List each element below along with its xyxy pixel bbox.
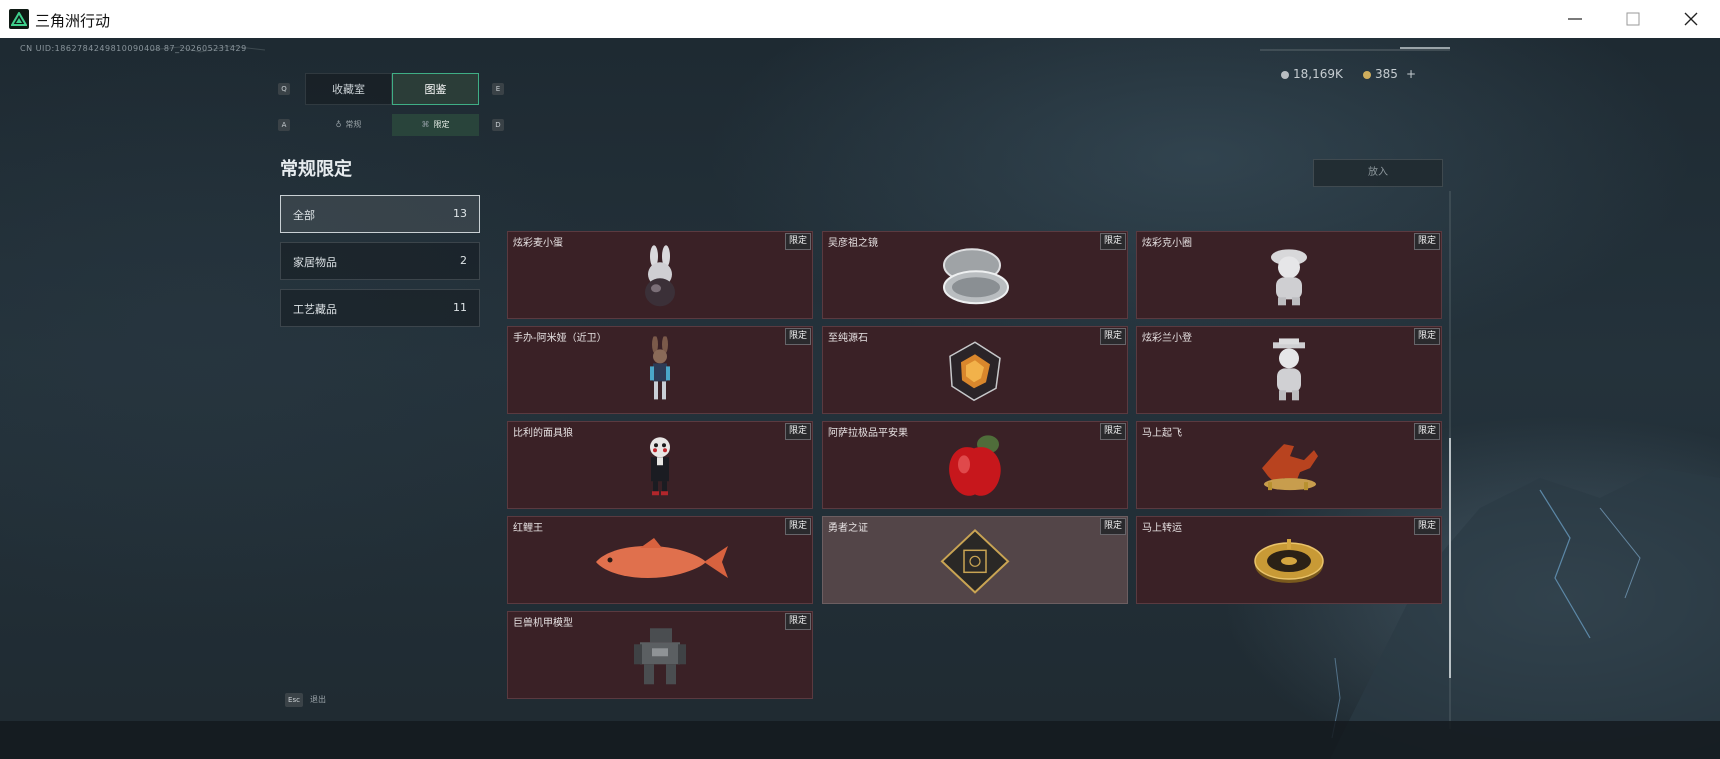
silver-coin-icon: [1281, 70, 1289, 79]
limited-tag: 限定: [784, 423, 811, 440]
silver-figurine-icon: [1271, 249, 1307, 306]
scrollbar-thumb[interactable]: [1449, 438, 1451, 678]
item-name: 手办-阿米娅（近卫）: [513, 333, 607, 344]
limited-tag: 限定: [1413, 423, 1440, 440]
limited-tag: 限定: [1099, 328, 1126, 345]
app-logo-icon: [9, 9, 29, 29]
item-name: 炫彩麦小蛋: [513, 238, 563, 249]
item-name: 炫彩克小圈: [1142, 238, 1192, 249]
item-name: 阿萨拉极品平安果: [828, 428, 908, 439]
red-carp-icon: [596, 538, 728, 578]
item-name: 巨兽机甲模型: [513, 618, 573, 629]
tab-limited[interactable]: ⌘ 限定: [392, 114, 479, 136]
gold-amount: 385: [1375, 67, 1398, 81]
item-name: 红鲤王: [513, 523, 543, 534]
item-card[interactable]: 吴彦祖之镜 限定: [822, 231, 1128, 319]
silver-amount: 18,169K: [1293, 67, 1343, 81]
window-title: 三角洲行动: [35, 12, 111, 30]
gold-compass-icon: [1254, 539, 1324, 584]
crystal-stone-icon: [949, 341, 1001, 402]
card-badge-icon: [940, 528, 1010, 594]
category-label: 家居物品: [293, 256, 337, 269]
bunny-egg-figure-icon: [645, 245, 675, 307]
item-card[interactable]: 勇者之证 限定: [822, 516, 1128, 604]
item-name: 炫彩兰小登: [1142, 333, 1192, 344]
item-card[interactable]: 炫彩麦小蛋 限定: [507, 231, 813, 319]
item-card[interactable]: 巨兽机甲模型 限定: [507, 611, 813, 699]
item-card[interactable]: 比利的面具狼 限定: [507, 421, 813, 509]
limited-tag: 限定: [784, 518, 811, 535]
key-hint-a: A: [278, 119, 290, 131]
gold-currency: 385: [1363, 67, 1398, 81]
limited-tag: 限定: [1099, 233, 1126, 250]
item-card[interactable]: 红鲤王 限定: [507, 516, 813, 604]
category-count: 2: [460, 254, 467, 267]
gold-coin-icon: [1363, 70, 1371, 79]
player-uid: CN UID:1862784249810090408 87_2026052314…: [20, 44, 247, 53]
silver-figurine-hat-icon: [1273, 338, 1305, 401]
category-label: 全部: [293, 209, 315, 222]
bottom-bar: [0, 721, 1720, 759]
tab-codex[interactable]: 图鉴: [392, 73, 479, 105]
item-card[interactable]: 至纯源石 限定: [822, 326, 1128, 414]
anime-figure-icon: [650, 336, 670, 400]
category-label: 工艺藏品: [293, 303, 337, 316]
item-name: 比利的面具狼: [513, 428, 573, 439]
item-card[interactable]: 炫彩兰小登 限定: [1136, 326, 1442, 414]
item-name: 马上转运: [1142, 523, 1182, 534]
section-title: 常规限定: [280, 159, 352, 180]
esc-key-hint[interactable]: Esc: [285, 693, 303, 707]
close-button[interactable]: [1662, 0, 1720, 38]
key-hint-e: E: [492, 83, 504, 95]
key-hint-q: Q: [278, 83, 290, 95]
limited-tag: 限定: [1413, 233, 1440, 250]
red-apple-icon: [949, 435, 1001, 496]
key-hint-d: D: [492, 119, 504, 131]
minimize-button[interactable]: [1546, 0, 1604, 38]
exit-label[interactable]: 退出: [310, 694, 326, 705]
item-card[interactable]: 手办-阿米娅（近卫） 限定: [507, 326, 813, 414]
limited-tag: 限定: [1413, 518, 1440, 535]
item-card[interactable]: 马上起飞 限定: [1136, 421, 1442, 509]
limited-tag: 限定: [1099, 423, 1126, 440]
category-home-items[interactable]: 家居物品 2: [280, 242, 480, 280]
maximize-button[interactable]: [1604, 0, 1662, 38]
puppet-figure-icon: [650, 437, 670, 496]
tab-regular-label: 常规: [345, 120, 362, 129]
mech-model-icon: [634, 628, 686, 685]
game-viewport: CN UID:1862784249810090408 87_2026052314…: [0, 38, 1720, 759]
item-name: 吴彦祖之镜: [828, 238, 878, 249]
category-count: 11: [453, 301, 467, 314]
tab-limited-label: 限定: [433, 120, 450, 129]
item-name: 至纯源石: [828, 333, 868, 344]
horse-statue-icon: [1262, 444, 1318, 491]
limited-tag: 限定: [784, 328, 811, 345]
limited-tag: 限定: [1413, 328, 1440, 345]
limited-icon: ⌘: [421, 120, 430, 129]
category-crafts[interactable]: 工艺藏品 11: [280, 289, 480, 327]
put-in-button[interactable]: 放入: [1313, 159, 1443, 187]
compact-mirror-icon: [943, 248, 1009, 305]
item-card[interactable]: 阿萨拉极品平安果 限定: [822, 421, 1128, 509]
tab-collection-room[interactable]: 收藏室: [305, 73, 392, 105]
item-name: 勇者之证: [828, 523, 868, 534]
tab-regular[interactable]: ♁ 常规: [305, 114, 392, 136]
item-card[interactable]: 马上转运 限定: [1136, 516, 1442, 604]
category-all[interactable]: 全部 13: [280, 195, 480, 233]
item-name: 马上起飞: [1142, 428, 1182, 439]
limited-tag: 限定: [784, 233, 811, 250]
window-titlebar: 三角洲行动: [0, 0, 1720, 39]
silver-currency: 18,169K: [1281, 67, 1343, 81]
limited-tag: 限定: [784, 613, 811, 630]
limited-tag: 限定: [1099, 518, 1126, 535]
item-card[interactable]: 炫彩克小圈 限定: [1136, 231, 1442, 319]
flame-icon: ♁: [335, 120, 342, 129]
add-currency-button[interactable]: +: [1406, 67, 1416, 81]
category-count: 13: [453, 207, 467, 220]
